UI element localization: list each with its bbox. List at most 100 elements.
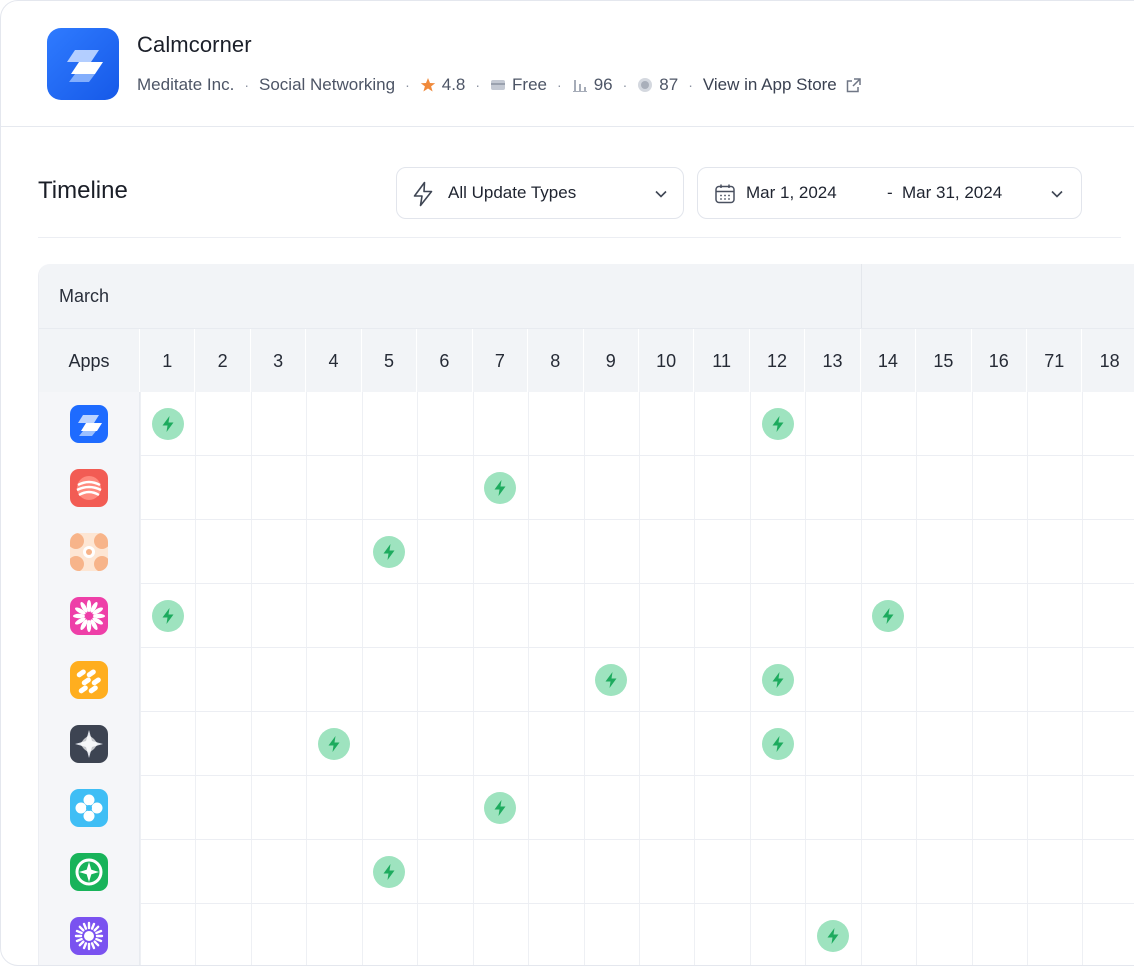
bar-chart-icon xyxy=(572,80,587,92)
update-marker[interactable] xyxy=(761,664,794,696)
app-cell xyxy=(39,520,140,584)
day-header: 15 xyxy=(916,329,972,393)
peach-circles-icon[interactable] xyxy=(70,533,108,571)
calmcorner-logo-icon[interactable] xyxy=(70,405,108,443)
update-marker[interactable] xyxy=(151,408,184,440)
lightning-icon xyxy=(383,544,395,560)
update-marker[interactable] xyxy=(595,664,628,696)
update-marker[interactable] xyxy=(373,856,406,888)
star-burst-icon[interactable] xyxy=(70,725,108,763)
update-marker[interactable] xyxy=(872,600,905,632)
day-header: 3 xyxy=(251,329,307,393)
month-divider xyxy=(861,264,862,328)
date-to: Mar 31, 2024 xyxy=(902,183,1003,202)
divider xyxy=(38,237,1121,238)
table-row xyxy=(39,392,1134,456)
day-header: 2 xyxy=(195,329,251,393)
day-header: 5 xyxy=(362,329,418,393)
score: 87 xyxy=(637,75,678,95)
lightning-icon xyxy=(494,480,506,496)
store-link-label: View in App Store xyxy=(702,75,837,94)
green-compass-icon[interactable] xyxy=(70,853,108,891)
update-marker[interactable] xyxy=(484,792,517,824)
app-cell xyxy=(39,840,140,904)
timeline-table: March Apps 1 2 3 4 5 6 7 8 9 10 11 12 13 14 15 16 71 18 xyxy=(38,264,1134,965)
external-link-icon xyxy=(846,77,861,92)
red-waves-icon[interactable] xyxy=(70,469,108,507)
update-type-value: All Update Types xyxy=(448,183,577,202)
day-header-row: Apps 1 2 3 4 5 6 7 8 9 10 11 12 13 14 15 16 71 18 xyxy=(39,328,1134,393)
score-circle-icon xyxy=(638,78,653,92)
day-header: 71 xyxy=(1027,329,1083,393)
app-header: Calmcorner Meditate Inc. · Social Networ… xyxy=(1,1,1134,127)
table-row xyxy=(39,840,1134,904)
lightning-icon xyxy=(772,672,784,688)
lightning-icon xyxy=(882,608,894,624)
lightning-icon xyxy=(494,800,506,816)
app-cell xyxy=(39,904,140,965)
view-in-app-store-link[interactable]: View in App Store xyxy=(703,75,862,95)
app-cell xyxy=(39,456,140,520)
lightning-icon xyxy=(772,736,784,752)
purple-sun-icon[interactable] xyxy=(70,917,108,955)
app-title: Calmcorner xyxy=(137,32,252,57)
table-row xyxy=(39,712,1134,776)
update-type-select[interactable]: All Update Types xyxy=(396,167,684,219)
date-range-picker[interactable]: Mar 1, 2024 - Mar 31, 2024 xyxy=(697,167,1082,219)
rank: 96 xyxy=(572,75,613,95)
day-header: 4 xyxy=(306,329,362,393)
table-row xyxy=(39,520,1134,584)
rating: 4.8 xyxy=(420,75,466,95)
timeline-title: Timeline xyxy=(38,177,128,204)
update-marker[interactable] xyxy=(373,536,406,568)
day-header: 14 xyxy=(861,329,917,393)
update-marker[interactable] xyxy=(817,920,849,952)
day-header: 8 xyxy=(528,329,584,393)
developer-name[interactable]: Meditate Inc. xyxy=(137,75,234,95)
table-row xyxy=(39,456,1134,520)
app-cell xyxy=(39,584,140,648)
app-cell xyxy=(39,712,140,776)
category-name[interactable]: Social Networking xyxy=(259,75,395,95)
update-marker[interactable] xyxy=(761,408,794,440)
lightning-icon xyxy=(328,736,340,752)
orange-pills-icon[interactable] xyxy=(70,661,108,699)
price-value: Free xyxy=(512,75,548,94)
day-header: 12 xyxy=(750,329,806,393)
day-header: 11 xyxy=(694,329,750,393)
update-marker[interactable] xyxy=(484,472,517,504)
app-meta: Meditate Inc. · Social Networking · 4.8 … xyxy=(137,74,862,96)
date-from: Mar 1, 2024 xyxy=(746,183,837,202)
update-marker[interactable] xyxy=(151,600,184,632)
app-card: Calmcorner Meditate Inc. · Social Networ… xyxy=(0,0,1134,966)
app-cell xyxy=(39,648,140,712)
day-header: 10 xyxy=(639,329,695,393)
app-logo-icon xyxy=(47,28,119,100)
day-header: 16 xyxy=(972,329,1028,393)
month-bar: March xyxy=(39,264,1134,328)
update-marker[interactable] xyxy=(761,728,794,760)
lightning-icon xyxy=(383,864,395,880)
day-header: 18 xyxy=(1082,329,1134,393)
pink-flower-icon[interactable] xyxy=(70,597,108,635)
star-icon xyxy=(420,78,435,92)
blue-clover-icon[interactable] xyxy=(70,789,108,827)
day-header: 6 xyxy=(417,329,473,393)
day-header: 1 xyxy=(140,329,196,393)
lightning-icon xyxy=(162,416,174,432)
lightning-icon xyxy=(162,608,174,624)
table-row xyxy=(39,776,1134,840)
price-tag-icon xyxy=(491,80,506,90)
date-separator: - xyxy=(887,183,893,202)
lightning-icon xyxy=(413,181,433,207)
update-marker[interactable] xyxy=(318,728,351,760)
lightning-icon xyxy=(772,416,784,432)
calendar-icon xyxy=(715,184,735,204)
apps-column-header: Apps xyxy=(39,329,140,393)
price: Free xyxy=(490,75,547,95)
day-header: 7 xyxy=(473,329,529,393)
chevron-down-icon xyxy=(655,190,667,198)
table-row xyxy=(39,904,1134,965)
rating-value: 4.8 xyxy=(441,75,466,94)
lightning-icon xyxy=(827,928,839,944)
